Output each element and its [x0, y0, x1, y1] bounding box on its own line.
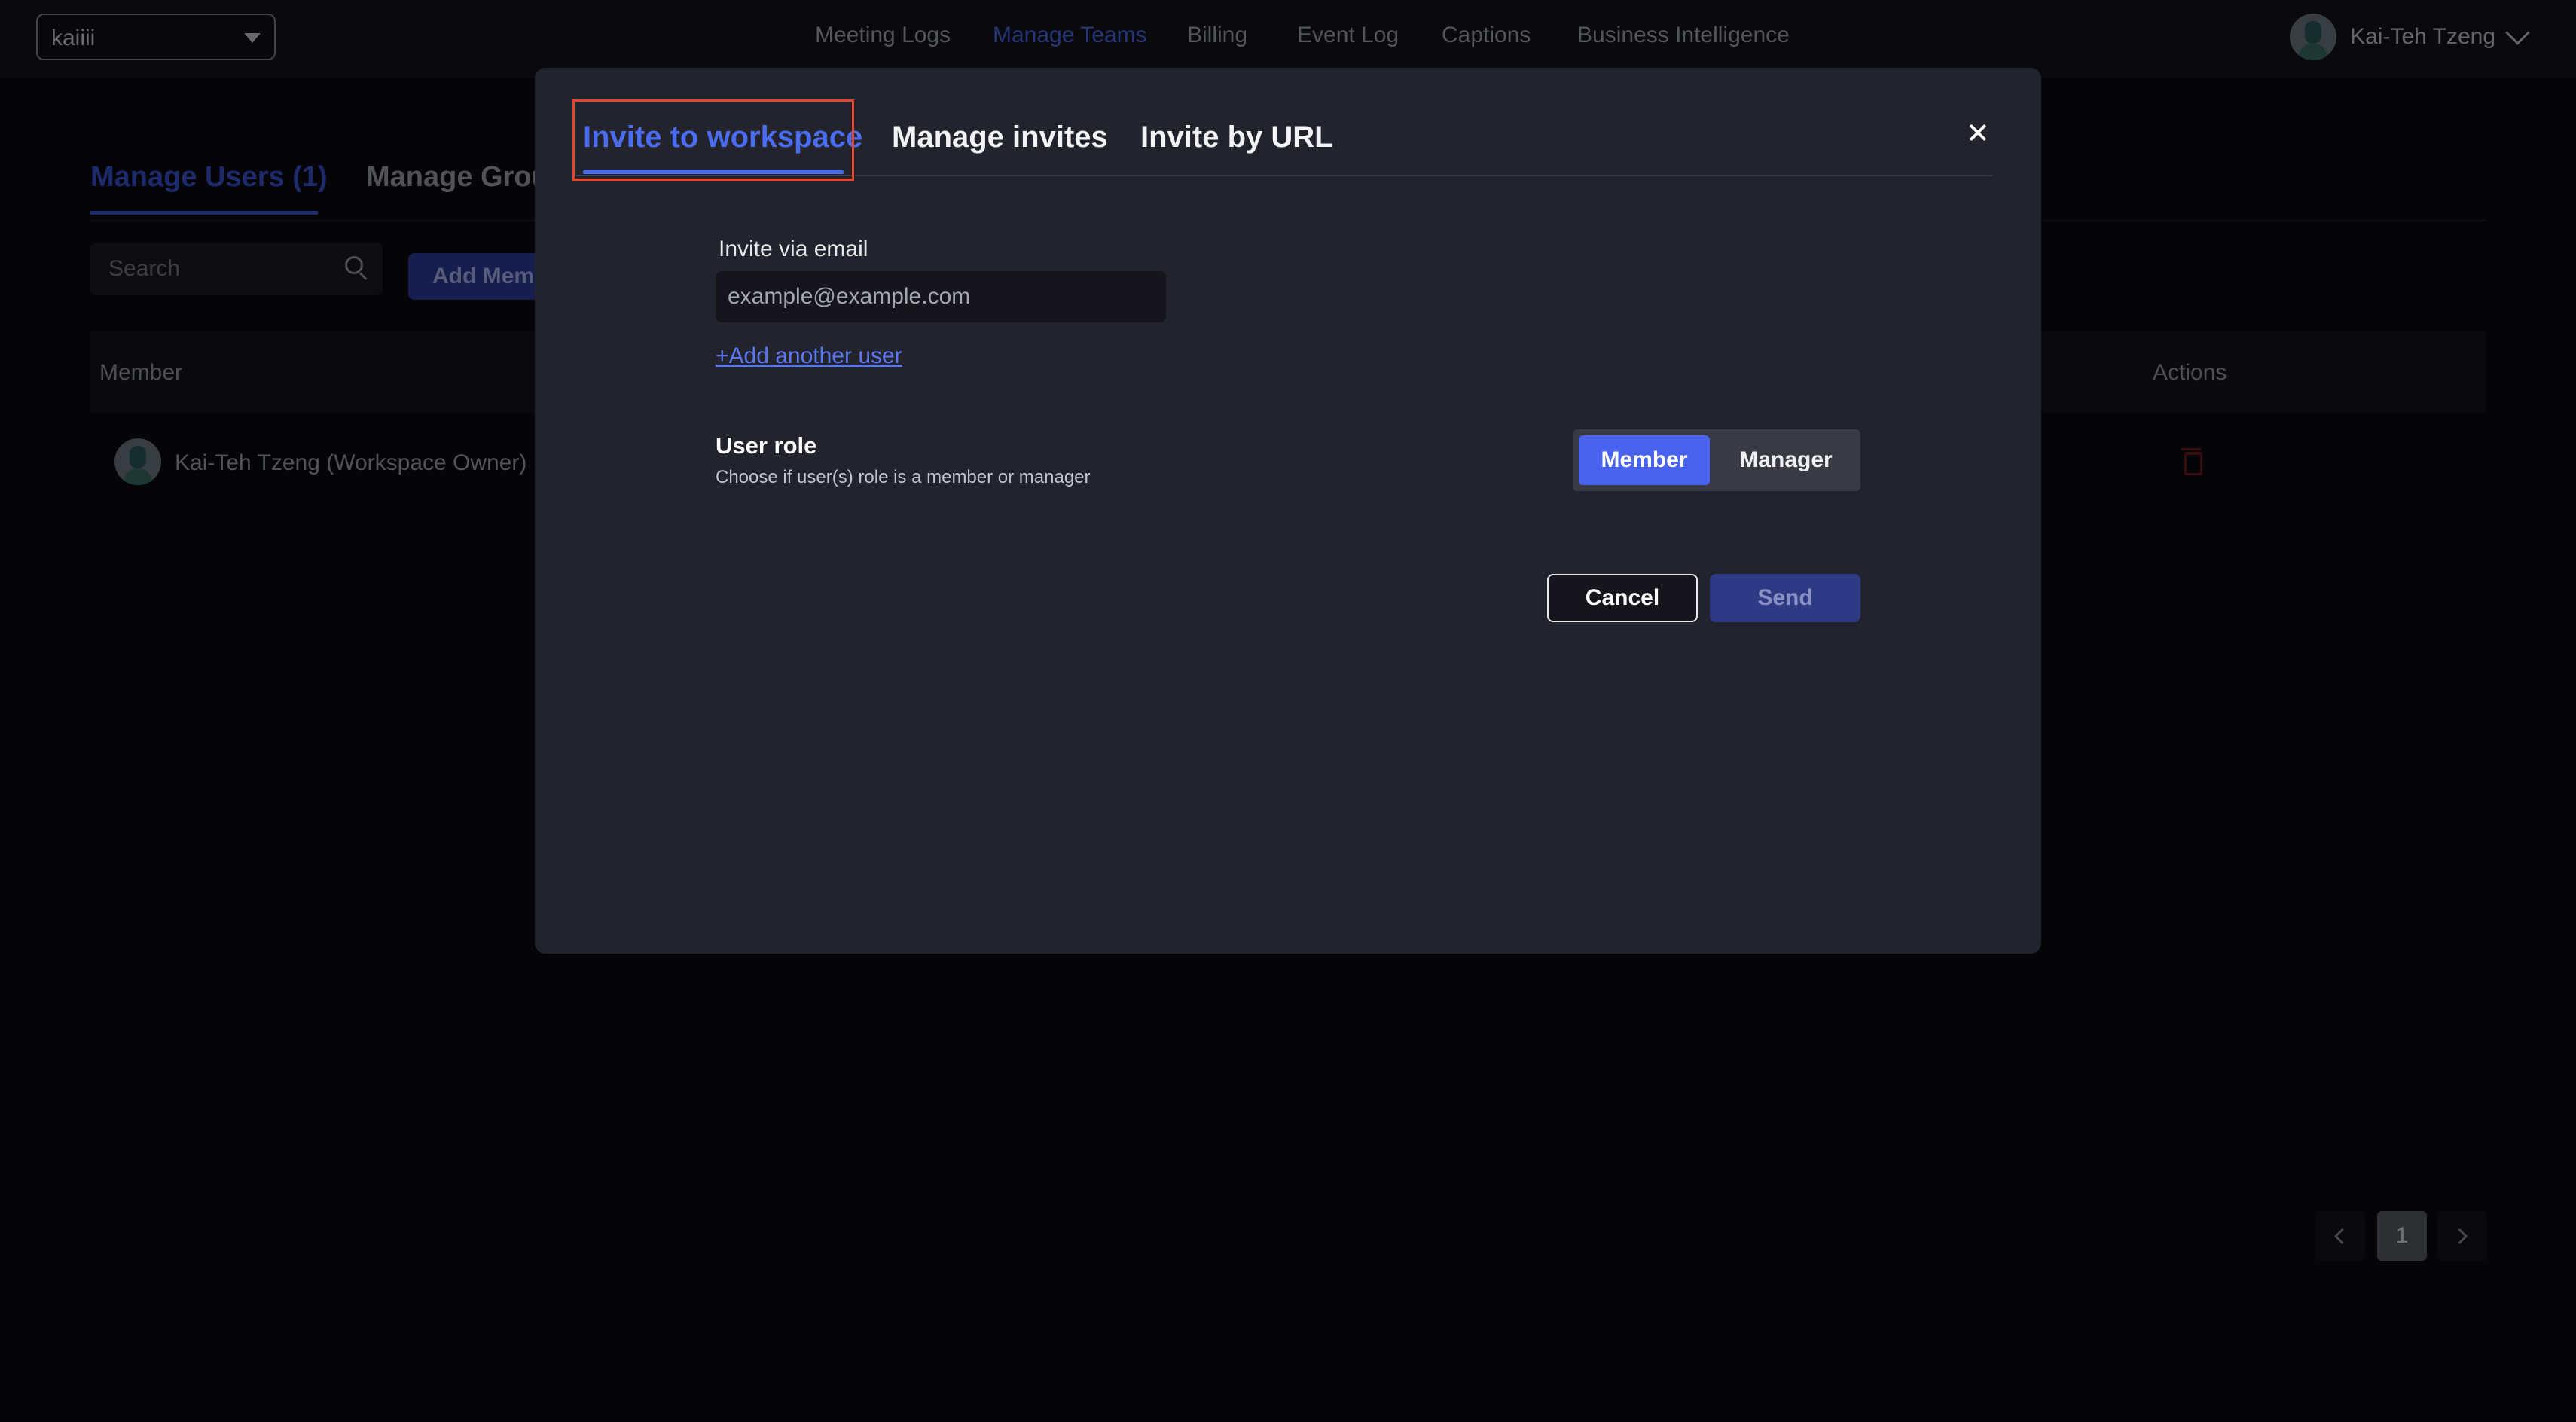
invite-email-label: Invite via email: [719, 236, 868, 261]
invite-modal: Invite to workspace Manage invites Invit…: [535, 68, 2041, 954]
user-role-toggle: Member Manager: [1573, 429, 1860, 491]
role-member-button[interactable]: Member: [1579, 435, 1710, 485]
user-role-title: User role: [716, 432, 817, 459]
tab-invite-by-url[interactable]: Invite by URL: [1140, 121, 1333, 154]
email-field[interactable]: [716, 271, 1166, 322]
send-button[interactable]: Send: [1710, 574, 1860, 622]
tab-highlight-box: [572, 99, 854, 181]
role-manager-button[interactable]: Manager: [1719, 435, 1853, 485]
tab-manage-invites[interactable]: Manage invites: [892, 121, 1108, 154]
cancel-button[interactable]: Cancel: [1547, 574, 1698, 622]
close-icon[interactable]: [1955, 110, 2001, 155]
user-role-description: Choose if user(s) role is a member or ma…: [716, 467, 1091, 487]
add-another-user-link[interactable]: +Add another user: [716, 343, 902, 369]
